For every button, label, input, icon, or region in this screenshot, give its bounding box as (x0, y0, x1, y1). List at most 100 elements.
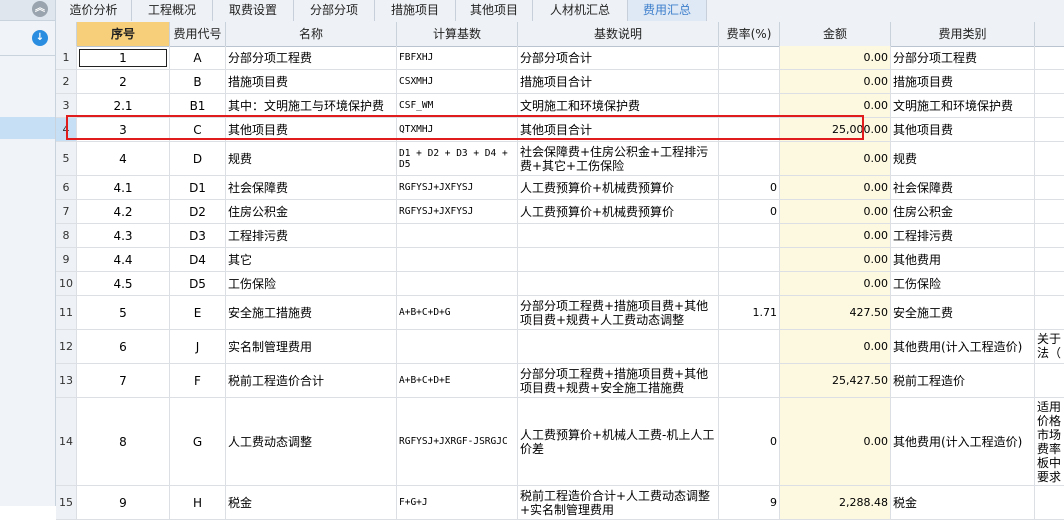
amount-cell[interactable]: 0.00 (780, 330, 891, 363)
desc-cell[interactable] (518, 330, 719, 363)
type-cell[interactable]: 其他费用(计入工程造价) (891, 398, 1035, 485)
code-cell[interactable]: A (170, 46, 226, 69)
base-cell[interactable] (397, 224, 518, 247)
code-cell[interactable]: H (170, 486, 226, 519)
code-cell[interactable]: D (170, 142, 226, 175)
rate-cell[interactable] (719, 46, 780, 69)
header-seq[interactable]: 序号 (77, 22, 170, 46)
seq-cell[interactable]: 4.5 (77, 272, 170, 295)
amount-cell[interactable]: 0.00 (780, 176, 891, 199)
type-cell[interactable]: 税前工程造价 (891, 364, 1035, 397)
seq-cell[interactable]: 4.1 (77, 176, 170, 199)
base-cell[interactable]: RGFYSJ+JXFYSJ (397, 200, 518, 223)
type-cell[interactable]: 分部分项工程费 (891, 46, 1035, 69)
amount-cell[interactable]: 0.00 (780, 200, 891, 223)
tab-other-items[interactable]: 其他项目 (456, 0, 533, 21)
desc-cell[interactable]: 措施项目合计 (518, 70, 719, 93)
extra-cell[interactable] (1035, 224, 1064, 247)
desc-cell[interactable]: 分部分项工程费+措施项目费+其他项目费+规费+安全施工措施费 (518, 364, 719, 397)
table-row[interactable]: 15 9 H 税金 F+G+J 税前工程造价合计+人工费动态调整+实名制管理费用 9 2,28… (56, 486, 1064, 520)
table-row[interactable]: 10 4.5 D5 工伤保险 0.00 工伤保险 (56, 272, 1064, 296)
code-cell[interactable]: G (170, 398, 226, 485)
type-cell[interactable]: 安全施工费 (891, 296, 1035, 329)
extra-cell[interactable] (1035, 70, 1064, 93)
table-row[interactable]: 12 6 J 实名制管理费用 0.00 其他费用(计入工程造价) 关于法（ (56, 330, 1064, 364)
base-cell[interactable] (397, 330, 518, 363)
seq-cell[interactable]: 3 (77, 118, 170, 141)
row-number[interactable]: 15 (56, 486, 77, 519)
name-cell[interactable]: 税金 (226, 486, 397, 519)
name-cell[interactable]: 安全施工措施费 (226, 296, 397, 329)
table-row[interactable]: 13 7 F 税前工程造价合计 A+B+C+D+E 分部分项工程费+措施项目费+其他项目费… (56, 364, 1064, 398)
rate-cell[interactable] (719, 118, 780, 141)
header-type[interactable]: 费用类别 (891, 22, 1035, 46)
row-number[interactable]: 10 (56, 272, 77, 295)
extra-cell[interactable] (1035, 142, 1064, 175)
base-cell[interactable]: CSXMHJ (397, 70, 518, 93)
desc-cell[interactable] (518, 272, 719, 295)
desc-cell[interactable]: 文明施工和环境保护费 (518, 94, 719, 117)
rate-cell[interactable] (719, 272, 780, 295)
type-cell[interactable]: 工伤保险 (891, 272, 1035, 295)
extra-cell[interactable] (1035, 46, 1064, 69)
seq-cell[interactable]: 6 (77, 330, 170, 363)
row-number[interactable]: 4 (56, 118, 77, 141)
extra-cell[interactable] (1035, 364, 1064, 397)
desc-cell[interactable]: 税前工程造价合计+人工费动态调整+实名制管理费用 (518, 486, 719, 519)
code-cell[interactable]: F (170, 364, 226, 397)
name-cell[interactable]: 措施项目费 (226, 70, 397, 93)
table-row[interactable]: 9 4.4 D4 其它 0.00 其他费用 (56, 248, 1064, 272)
code-cell[interactable]: D5 (170, 272, 226, 295)
table-row[interactable]: 1 1 A 分部分项工程费 FBFXHJ 分部分项合计 0.00 分部分项工程费 (56, 46, 1064, 70)
seq-cell[interactable]: 2.1 (77, 94, 170, 117)
tab-measure-items[interactable]: 措施项目 (375, 0, 456, 21)
tab-project-overview[interactable]: 工程概况 (132, 0, 213, 21)
table-row[interactable]: 7 4.2 D2 住房公积金 RGFYSJ+JXFYSJ 人工费预算价+机械费预算价 0 0.… (56, 200, 1064, 224)
row-number[interactable]: 14 (56, 398, 77, 485)
amount-cell[interactable]: 0.00 (780, 46, 891, 69)
row-number[interactable]: 13 (56, 364, 77, 397)
extra-cell[interactable] (1035, 272, 1064, 295)
header-code[interactable]: 费用代号 (170, 22, 226, 46)
base-cell[interactable] (397, 248, 518, 271)
name-cell[interactable]: 人工费动态调整 (226, 398, 397, 485)
seq-cell[interactable]: 4 (77, 142, 170, 175)
down-arrow-circle-icon[interactable]: ↓ (32, 30, 48, 46)
base-cell[interactable] (397, 272, 518, 295)
row-number[interactable]: 11 (56, 296, 77, 329)
active-cell-editor[interactable]: 1 (79, 48, 167, 67)
amount-cell[interactable]: 0.00 (780, 70, 891, 93)
amount-cell[interactable]: 2,288.48 (780, 486, 891, 519)
seq-cell[interactable]: 8 (77, 398, 170, 485)
base-cell[interactable]: CSF_WM (397, 94, 518, 117)
tab-fee-summary[interactable]: 费用汇总 (628, 0, 707, 21)
seq-cell[interactable]: 5 (77, 296, 170, 329)
amount-cell[interactable]: 25,427.50 (780, 364, 891, 397)
extra-cell[interactable] (1035, 176, 1064, 199)
code-cell[interactable]: B (170, 70, 226, 93)
rate-cell[interactable]: 1.71 (719, 296, 780, 329)
seq-cell[interactable]: 9 (77, 486, 170, 519)
amount-cell[interactable]: 0.00 (780, 398, 891, 485)
table-row[interactable]: 8 4.3 D3 工程排污费 0.00 工程排污费 (56, 224, 1064, 248)
code-cell[interactable]: E (170, 296, 226, 329)
desc-cell[interactable]: 社会保障费+住房公积金+工程排污费+其它+工伤保险 (518, 142, 719, 175)
desc-cell[interactable]: 人工费预算价+机械费预算价 (518, 200, 719, 223)
amount-cell[interactable]: 0.00 (780, 272, 891, 295)
table-row[interactable]: 14 8 G 人工费动态调整 RGFYSJ+JXRGF-JSRGJC 人工费预算价+机械人… (56, 398, 1064, 486)
tab-cost-analysis[interactable]: 造价分析 (56, 0, 132, 21)
tab-labor-material-summary[interactable]: 人材机汇总 (533, 0, 628, 21)
desc-cell[interactable]: 人工费预算价+机械人工费-机上人工价差 (518, 398, 719, 485)
base-cell[interactable]: A+B+C+D+G (397, 296, 518, 329)
rate-cell[interactable] (719, 70, 780, 93)
type-cell[interactable]: 其他项目费 (891, 118, 1035, 141)
row-number[interactable]: 9 (56, 248, 77, 271)
amount-cell[interactable]: 0.00 (780, 248, 891, 271)
rate-cell[interactable]: 0 (719, 176, 780, 199)
code-cell[interactable]: D2 (170, 200, 226, 223)
header-desc[interactable]: 基数说明 (518, 22, 719, 46)
name-cell[interactable]: 分部分项工程费 (226, 46, 397, 69)
type-cell[interactable]: 社会保障费 (891, 176, 1035, 199)
extra-cell[interactable] (1035, 296, 1064, 329)
amount-cell[interactable]: 0.00 (780, 224, 891, 247)
